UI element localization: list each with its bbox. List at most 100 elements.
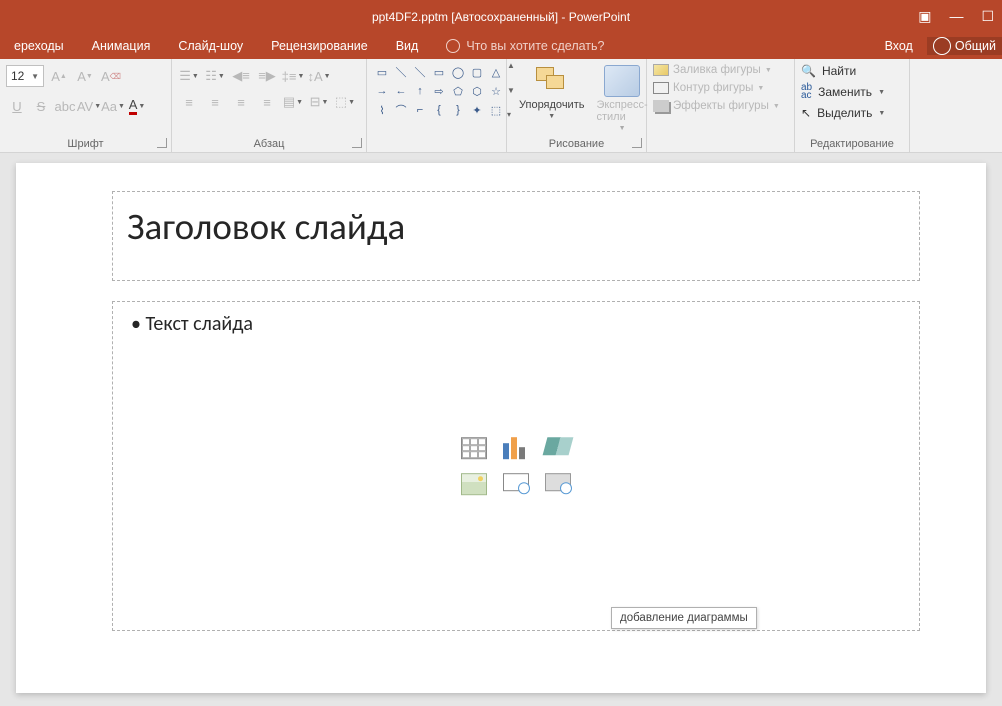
insert-online-picture-icon[interactable] [503,473,529,491]
content-placeholder[interactable]: Текст слайда добавление диаграммы [112,301,920,631]
shape-line-icon[interactable]: ＼ [392,63,410,81]
styles-label: Экспресс-стили [596,99,647,123]
decrease-font-icon[interactable]: A▼ [74,65,96,87]
shape-brace-l-icon[interactable]: { [430,101,448,119]
convert-smartart-icon[interactable]: ⬚▼ [334,91,356,113]
font-dialog-launcher[interactable] [157,138,167,148]
shape-arrow-block-icon[interactable]: ⇨ [430,82,448,100]
tab-slideshow[interactable]: Слайд-шоу [164,33,257,59]
shape-format-group: Заливка фигуры ▼ Контур фигуры ▼ Эффекты… [647,59,795,152]
drawing-dialog-launcher[interactable] [632,138,642,148]
titlebar: ppt4DF2.pptm [Автосохраненный] - PowerPo… [0,0,1002,33]
justify-icon[interactable]: ≡ [256,91,278,113]
paragraph-group: ☰▼ ☷▼ ◀≡ ≡▶ ‡≡▼ ↕A▼ ≡ ≡ ≡ ≡ ▤▼ ⊟▼ ⬚▼ Абз… [172,59,367,152]
shape-triangle-icon[interactable]: △ [487,63,505,81]
change-case-icon[interactable]: Aa▼ [102,95,124,117]
columns-icon[interactable]: ▤▼ [282,91,304,113]
find-button[interactable]: 🔍 Найти [801,61,903,81]
share-button[interactable]: Общий [927,37,1002,55]
select-label: Выделить [817,106,872,120]
insert-video-icon[interactable] [545,473,571,491]
shape-textbox-icon[interactable]: ▭ [373,63,391,81]
replace-label: Заменить [818,85,872,99]
tab-animation[interactable]: Анимация [78,33,165,59]
shape-star4-icon[interactable]: ✦ [468,101,486,119]
paragraph-dialog-launcher[interactable] [352,138,362,148]
shape-hexagon-icon[interactable]: ⬡ [468,82,486,100]
chevron-down-icon: ▼ [548,113,555,120]
signin-button[interactable]: Вход [871,39,927,53]
shape-effects-button[interactable]: Эффекты фигуры ▼ [653,97,788,115]
quick-styles-button[interactable]: Экспресс-стили ▼ [590,61,653,136]
shape-outline-button[interactable]: Контур фигуры ▼ [653,79,788,97]
effects-label: Эффекты фигуры [673,100,769,112]
font-group: 12 ▼ A▲ A▼ A⌫ U S abc AV▼ Aa▼ A▼ Шрифт [0,59,172,152]
ribbon-tabs: ереходы Анимация Слайд-шоу Рецензировани… [0,33,1002,59]
decrease-indent-icon[interactable]: ◀≡ [230,65,252,87]
styles-icon [604,65,640,97]
text-direction-icon[interactable]: ↕A▼ [308,65,330,87]
align-right-icon[interactable]: ≡ [230,91,252,113]
arrange-icon [534,65,570,97]
shape-rect-icon[interactable]: ▭ [430,63,448,81]
increase-font-icon[interactable]: A▲ [48,65,70,87]
arrange-button[interactable]: Упорядочить ▼ [513,61,590,136]
align-text-icon[interactable]: ⊟▼ [308,91,330,113]
tell-me[interactable]: Что вы хотите сделать? [432,33,618,59]
chevron-down-icon: ▼ [619,125,626,132]
replace-button[interactable]: abac Заменить ▼ [801,81,903,103]
tab-transitions[interactable]: ереходы [0,33,78,59]
fill-label: Заливка фигуры [673,64,761,76]
shape-curve-icon[interactable]: ⌇ [373,101,391,119]
shape-star-icon[interactable]: ☆ [487,82,505,100]
font-size-input[interactable]: 12 ▼ [6,65,44,87]
shape-arc-icon[interactable]: ⌒ [392,101,410,119]
clear-formatting-icon[interactable]: A⌫ [100,65,122,87]
bullets-icon[interactable]: ☰▼ [178,65,200,87]
tab-view[interactable]: Вид [382,33,433,59]
increase-indent-icon[interactable]: ≡▶ [256,65,278,87]
numbering-icon[interactable]: ☷▼ [204,65,226,87]
shape-fill-button[interactable]: Заливка фигуры ▼ [653,61,788,79]
chevron-down-icon: ▼ [31,72,39,81]
shape-roundrect-icon[interactable]: ▢ [468,63,486,81]
insert-smartart-icon[interactable] [543,437,574,455]
font-color-icon[interactable]: A▼ [126,95,148,117]
tab-review[interactable]: Рецензирование [257,33,382,59]
title-placeholder[interactable]: Заголовок слайда [112,191,920,281]
effects-icon [653,100,669,112]
insert-picture-icon[interactable] [461,473,487,495]
shape-oval-icon[interactable]: ◯ [449,63,467,81]
shape-arrow-r-icon[interactable]: → [373,82,391,100]
underline-icon[interactable]: U [6,95,28,117]
align-left-icon[interactable]: ≡ [178,91,200,113]
shape-arrow-u-icon[interactable]: ↑ [411,82,429,100]
font-group-label: Шрифт [0,138,171,150]
minimize-icon[interactable]: — [949,8,963,25]
shape-line2-icon[interactable]: ＼ [411,63,429,81]
title-text[interactable]: Заголовок слайда [127,204,905,249]
maximize-icon[interactable]: ☐ [981,8,994,25]
ribbon-display-icon[interactable]: ▣ [918,8,931,25]
slide-workspace: Заголовок слайда Текст слайда добавление… [0,153,1002,706]
insert-table-icon[interactable] [461,437,487,459]
slide-canvas[interactable]: Заголовок слайда Текст слайда добавление… [16,163,986,693]
outline-label: Контур фигуры [673,82,753,94]
arrange-label: Упорядочить [519,99,584,111]
strikethrough-icon[interactable]: S [30,95,52,117]
editing-group-label: Редактирование [795,138,909,150]
line-spacing-icon[interactable]: ‡≡▼ [282,65,304,87]
select-button[interactable]: ↖ Выделить ▼ [801,103,903,123]
shape-connector-icon[interactable]: ⌐ [411,101,429,119]
search-icon: 🔍 [801,64,816,78]
shape-arrow-l-icon[interactable]: ← [392,82,410,100]
character-spacing-icon[interactable]: AV▼ [78,95,100,117]
shape-brace-r-icon[interactable]: } [449,101,467,119]
insert-chart-icon[interactable] [503,437,529,459]
text-shadow-icon[interactable]: abc [54,95,76,117]
content-text[interactable]: Текст слайда [131,312,901,336]
shape-callout-icon[interactable]: ⬚ [487,101,505,119]
shape-pentagon-icon[interactable]: ⬠ [449,82,467,100]
shapes-gallery[interactable]: ▭ ＼ ＼ ▭ ◯ ▢ △ → ← ↑ ⇨ ⬠ ⬡ ☆ ⌇ ⌒ ⌐ { } ✦ [373,63,505,119]
align-center-icon[interactable]: ≡ [204,91,226,113]
